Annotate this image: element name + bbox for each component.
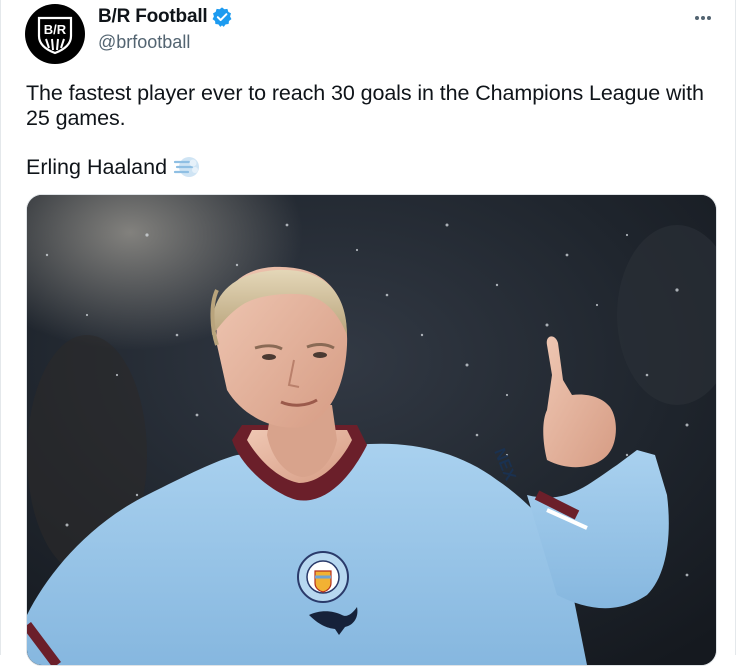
display-name[interactable]: B/R Football <box>98 6 208 28</box>
avatar[interactable]: B/R <box>25 4 85 64</box>
tweet-text-second-paragraph: Erling Haaland <box>26 154 201 180</box>
club-crest-icon <box>297 551 349 603</box>
more-options-icon[interactable] <box>689 8 717 28</box>
user-handle[interactable]: @brfootball <box>98 32 190 53</box>
tweet-photo[interactable]: NEX <box>26 194 717 666</box>
haaland-photo: NEX <box>27 195 716 665</box>
right-divider <box>735 0 736 655</box>
tweet-text: The fastest player ever to reach 30 goal… <box>26 81 716 131</box>
tweet-text-line: The fastest player ever to reach 30 goal… <box>26 81 704 130</box>
br-logo-icon: B/R <box>37 16 73 55</box>
svg-text:B/R: B/R <box>44 22 67 37</box>
verified-badge-icon <box>213 7 232 27</box>
left-divider <box>0 0 1 655</box>
display-name-row[interactable]: B/R Football <box>98 6 233 28</box>
dashing-away-icon <box>173 157 200 177</box>
player-name-text: Erling Haaland <box>26 154 168 179</box>
tweet-card[interactable]: B/R B/R Football @brfootball The fastest… <box>0 0 750 666</box>
